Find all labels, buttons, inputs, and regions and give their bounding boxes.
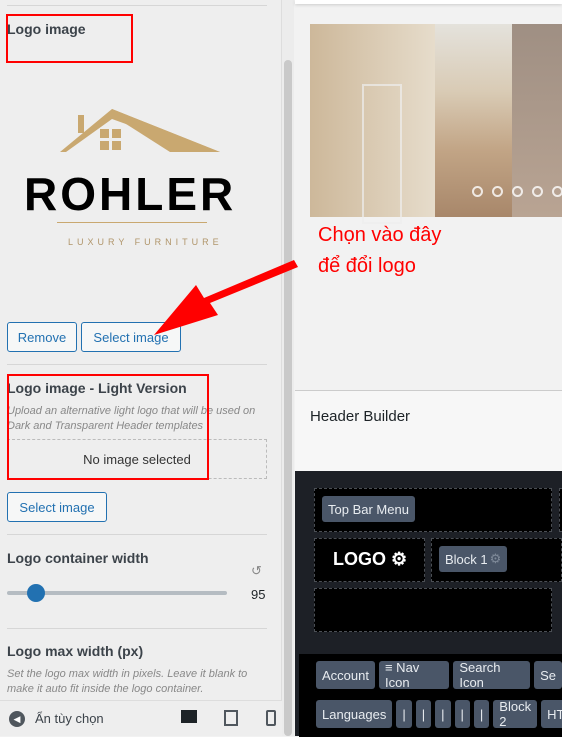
logo-element[interactable]: LOGO ⚙ bbox=[333, 549, 407, 570]
available-elements: Account ≡ Nav Icon Search Icon Se Languages… bbox=[299, 654, 562, 737]
logo-wordmark: ROHLER bbox=[24, 168, 237, 220]
logo-preview[interactable]: ROHLER LUXURY FURNITURE bbox=[20, 105, 260, 255]
element-chip[interactable]: | bbox=[415, 700, 432, 728]
element-chip[interactable]: | bbox=[473, 700, 490, 728]
width-slider[interactable] bbox=[7, 584, 227, 602]
element-chip[interactable]: ≡ Nav Icon bbox=[378, 660, 450, 690]
element-chip[interactable]: | bbox=[435, 700, 451, 728]
shower-stall bbox=[362, 84, 402, 224]
tablet-preview-icon[interactable] bbox=[224, 710, 238, 726]
elements-row-1: Account ≡ Nav Icon Search Icon Se bbox=[316, 660, 562, 690]
highlight-box bbox=[7, 374, 209, 480]
preview-top-bar bbox=[295, 0, 562, 4]
header-builder-panel: Header Builder Top Bar Menu LOGO ⚙ Block… bbox=[295, 390, 562, 737]
slider-dot[interactable] bbox=[552, 186, 562, 197]
house-logo-icon bbox=[60, 109, 220, 152]
annotation-line-1: Chọn vào đây bbox=[318, 224, 442, 246]
remove-button[interactable]: Remove bbox=[7, 322, 77, 352]
element-chip[interactable]: Languages bbox=[316, 700, 393, 728]
hide-controls-button[interactable]: Ẩn tùy chọn bbox=[35, 711, 104, 726]
element-chip[interactable]: Block 2 bbox=[493, 699, 538, 729]
block1-chip[interactable]: Block 1 ⚙ bbox=[439, 546, 508, 572]
mobile-preview-icon[interactable] bbox=[266, 710, 276, 726]
red-arrow-icon bbox=[154, 260, 298, 335]
element-chip[interactable]: | bbox=[396, 700, 412, 728]
element-chip[interactable]: Account bbox=[316, 661, 375, 689]
element-chip[interactable]: Search Icon bbox=[453, 660, 531, 690]
annotation-line-2: để đổi logo bbox=[318, 255, 416, 277]
select-image-light-button[interactable]: Select image bbox=[7, 492, 107, 522]
logo-rule bbox=[57, 222, 207, 223]
slider-handle[interactable] bbox=[26, 584, 45, 602]
block1-label: Block 1 bbox=[445, 551, 488, 567]
customizer-sidebar: Logo image ROHLER LUXURY FURNITURE Remov… bbox=[0, 0, 282, 736]
divider bbox=[7, 628, 267, 629]
elements-row-2: Languages | | | | | Block 2 HT bbox=[316, 699, 562, 729]
divider bbox=[7, 364, 267, 365]
slider-dot[interactable] bbox=[512, 186, 523, 197]
slider-dots bbox=[472, 186, 562, 197]
header-builder-bar: Header Builder bbox=[295, 391, 562, 471]
gear-icon[interactable]: ⚙ bbox=[490, 551, 502, 567]
logo-tagline: LUXURY FURNITURE bbox=[68, 237, 223, 247]
element-chip[interactable]: Se bbox=[534, 661, 562, 689]
logo-label: LOGO bbox=[333, 549, 386, 569]
container-width-title: Logo container width bbox=[7, 550, 149, 566]
bottom-zone[interactable] bbox=[314, 588, 552, 632]
width-value: 95 bbox=[251, 587, 266, 602]
element-chip[interactable]: HT bbox=[541, 700, 562, 728]
highlight-box bbox=[6, 14, 133, 63]
header-builder-title: Header Builder bbox=[310, 408, 411, 425]
hero-slider-image[interactable] bbox=[310, 24, 562, 224]
sidebar-footer: ◀ Ẩn tùy chọn bbox=[0, 700, 282, 736]
max-width-description: Set the logo max width in pixels. Leave … bbox=[7, 668, 248, 695]
divider bbox=[7, 534, 267, 535]
annotation-text: Chọn vào đây để đổi logo bbox=[318, 220, 441, 282]
element-chip[interactable]: | bbox=[454, 700, 470, 728]
desktop-preview-icon[interactable] bbox=[181, 710, 197, 723]
max-width-title: Logo max width (px) bbox=[7, 643, 144, 659]
gear-icon[interactable]: ⚙ bbox=[391, 549, 407, 569]
slider-dot[interactable] bbox=[492, 186, 503, 197]
top-bar-menu-chip[interactable]: Top Bar Menu bbox=[322, 496, 415, 522]
scrollbar[interactable] bbox=[284, 60, 292, 736]
slider-dot[interactable] bbox=[532, 186, 543, 197]
divider bbox=[7, 5, 267, 6]
reset-icon[interactable]: ↺ bbox=[251, 563, 262, 579]
collapse-icon[interactable]: ◀ bbox=[9, 711, 25, 727]
slider-dot[interactable] bbox=[472, 186, 483, 197]
